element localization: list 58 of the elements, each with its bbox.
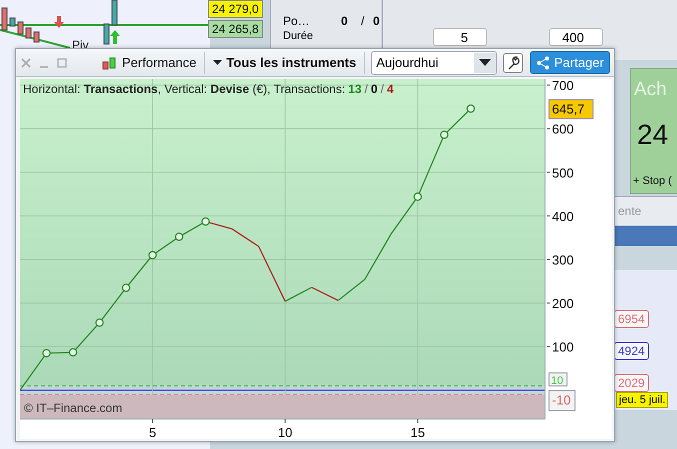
transaction-count: 0	[370, 82, 378, 96]
axis-label: 400	[552, 208, 574, 224]
axis-label: 15	[410, 425, 425, 440]
chart-caption: Horizontal: Transactions, Vertical: Devise (€), Transactions:	[23, 82, 346, 96]
point	[174, 232, 184, 241]
point	[414, 192, 422, 201]
stop-label: + Stop (	[633, 175, 672, 187]
copyright-text: © IT–Finance.com	[24, 401, 122, 415]
axis-label: 200	[552, 296, 574, 312]
threshold-badge: 10	[548, 372, 568, 387]
point	[68, 348, 78, 357]
buy-price: 24	[637, 119, 668, 151]
wrench-icon	[506, 56, 520, 70]
axis-label: 100	[552, 340, 574, 355]
position-count: 0	[341, 14, 348, 28]
point	[201, 217, 210, 226]
period-dropdown[interactable]: Aujourdhui	[371, 50, 498, 74]
threshold-badge: -10	[548, 390, 576, 412]
level-tag: 6954	[614, 310, 649, 328]
point	[440, 130, 448, 139]
level-tag: 4924	[614, 342, 649, 360]
settings-button[interactable]	[503, 52, 524, 72]
separator-label: /	[364, 82, 368, 96]
share-icon	[536, 56, 550, 70]
point	[148, 250, 157, 260]
spinner-field[interactable]: 5	[433, 28, 487, 46]
point	[122, 284, 130, 292]
position-count: 0	[373, 14, 380, 28]
axis-label: 600	[552, 122, 574, 137]
transaction-count: 4	[386, 82, 394, 96]
point	[95, 318, 104, 327]
axis-label: 300	[552, 252, 574, 268]
axis-label: 500	[552, 165, 574, 180]
separator-label: /	[361, 14, 364, 28]
spinner-field[interactable]: 400	[549, 28, 603, 46]
buy-title: Ach	[634, 79, 667, 101]
separator-label: /	[380, 82, 384, 96]
point	[466, 104, 475, 113]
axis-label: 700	[552, 79, 574, 94]
caret-icon	[213, 60, 222, 66]
transaction-count: 13	[348, 82, 362, 96]
maximize-icon[interactable]	[56, 56, 68, 68]
candlestick-icon	[102, 54, 118, 70]
price-tag: 24 265,8	[208, 20, 263, 38]
filter-button[interactable]: Tous les instruments	[211, 55, 358, 70]
header-bar	[614, 226, 677, 246]
level-tag: 2029	[614, 374, 649, 392]
date-tag: jeu. 5 juil.	[616, 392, 668, 408]
close-icon[interactable]	[20, 56, 32, 68]
point	[42, 348, 51, 358]
duration-label: Durée	[283, 30, 313, 42]
price-tag: 24 279,0	[208, 0, 263, 18]
axis-label: 5	[148, 425, 156, 440]
position-label: Po…	[283, 14, 310, 28]
axis-label: 10	[278, 425, 292, 440]
current-value-badge: 645,7	[548, 99, 594, 120]
report-button[interactable]: Performance	[100, 54, 198, 70]
buy-panel[interactable]: Ach 24 + Stop (	[630, 68, 677, 194]
